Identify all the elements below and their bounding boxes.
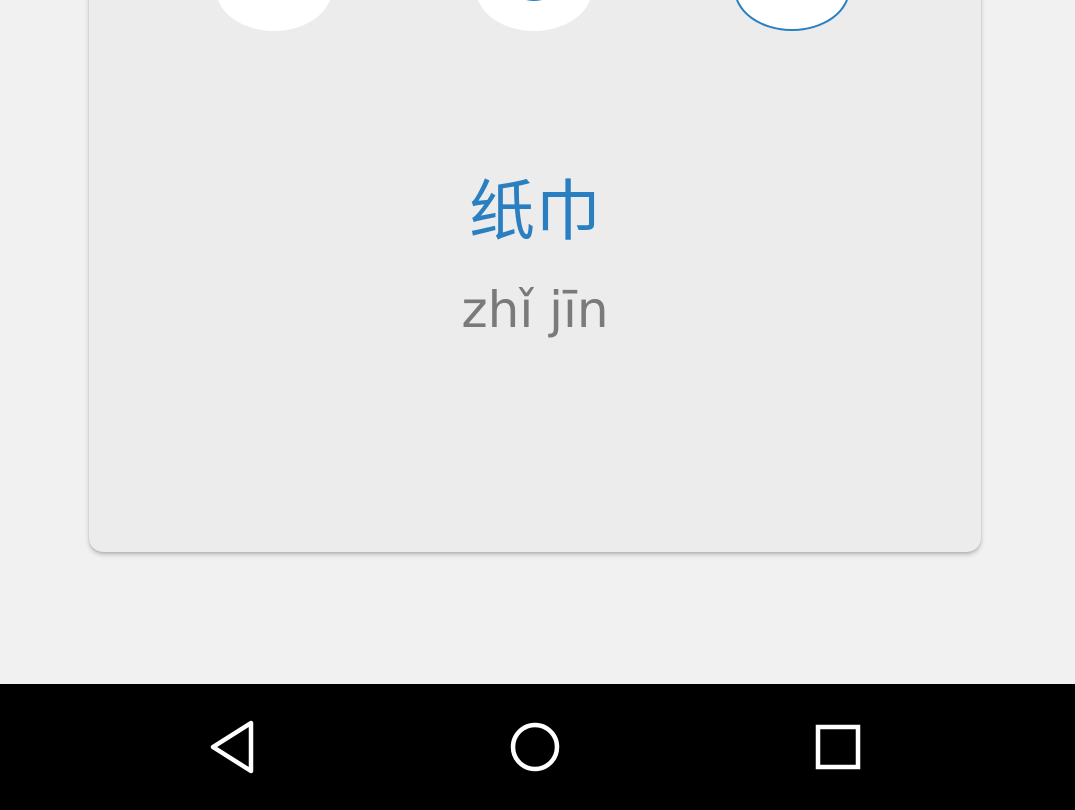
back-button[interactable] [203,717,263,777]
system-navigation-bar [0,684,1075,810]
recent-apps-button[interactable] [808,717,868,777]
home-button[interactable] [505,717,565,777]
hanzi-word: 纸巾 [469,173,601,250]
answer-option-1[interactable] [216,0,332,31]
flashcard: 纸巾 zhǐ jīn [89,0,981,552]
home-icon [510,722,560,772]
pinyin-text: zhǐ jīn [461,281,609,339]
answer-option-2[interactable] [476,0,592,31]
back-icon [210,720,254,774]
option-image-partial [502,0,566,1]
app-screen: 纸巾 zhǐ jīn [0,0,1075,810]
recent-apps-icon [815,724,861,770]
answer-option-3-selected[interactable] [734,0,850,31]
